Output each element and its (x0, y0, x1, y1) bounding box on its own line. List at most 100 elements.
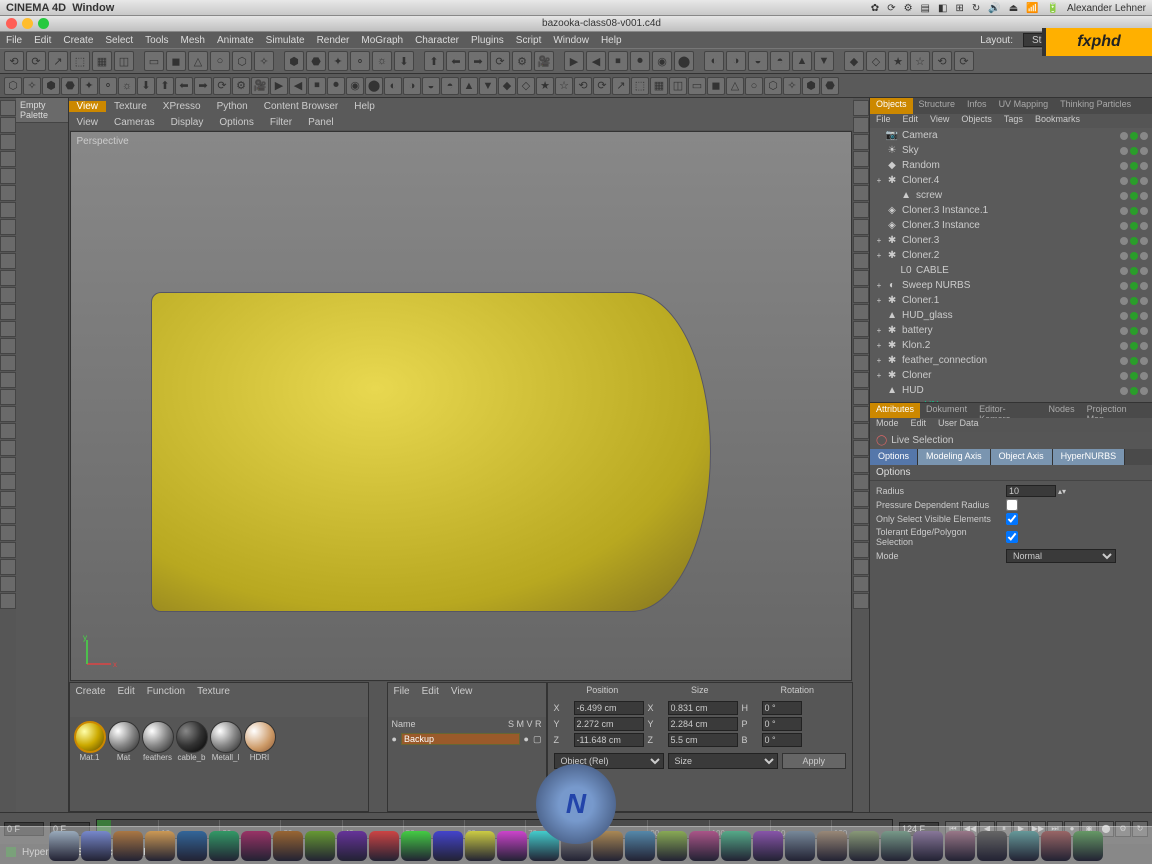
object-row[interactable]: ▲HUD_glass (870, 308, 1152, 323)
toolbar-icon[interactable]: ◒ (422, 77, 440, 95)
toolbar-icon[interactable]: 🎥 (534, 51, 554, 71)
layer-menu-view[interactable]: View (445, 686, 479, 697)
toolbar-primary[interactable]: ⟲⟳↗⬚▦◫▭◼△○⬡✧⬢⬣✦⚬☼⬇⬆⬅➡⟳⚙🎥▶◀⏹⏺◉⬤◐◑◒◓▲▼◆◇★☆… (0, 48, 1152, 74)
dock-app-icon[interactable] (657, 831, 687, 861)
object-row[interactable]: +✱Cloner (870, 368, 1152, 383)
attr-tab[interactable]: Attributes (870, 403, 920, 418)
material-swatch[interactable]: feathers (142, 721, 174, 762)
object-menu-objects[interactable]: Objects (955, 114, 998, 128)
visible-checkbox[interactable] (1006, 513, 1018, 525)
menu-plugins[interactable]: Plugins (465, 35, 510, 46)
menu-render[interactable]: Render (311, 35, 356, 46)
toolbar-icon[interactable]: ↗ (612, 77, 630, 95)
material-menu-edit[interactable]: Edit (112, 686, 141, 697)
side-tool-icon[interactable] (853, 304, 869, 320)
toolbar-icon[interactable]: ▭ (688, 77, 706, 95)
object-name[interactable]: Random (900, 160, 1120, 171)
side-tool-icon[interactable] (0, 593, 16, 609)
toolbar-icon[interactable]: ⬢ (802, 77, 820, 95)
toolbar-icon[interactable]: ⟲ (574, 77, 592, 95)
toolbar-icon[interactable]: ⬢ (42, 77, 60, 95)
visibility-dots[interactable] (1120, 132, 1148, 140)
side-tool-icon[interactable] (853, 219, 869, 235)
object-name[interactable]: HUD_glass (900, 310, 1120, 321)
toolbar-icon[interactable]: ◇ (866, 51, 886, 71)
dock-app-icon[interactable] (369, 831, 399, 861)
dock-app-icon[interactable] (465, 831, 495, 861)
dock-app-icon[interactable] (945, 831, 975, 861)
close-window-icon[interactable] (6, 18, 17, 29)
material-swatch[interactable]: Mat (108, 721, 140, 762)
viewport-canvas[interactable]: x y (71, 132, 852, 680)
object-row[interactable]: +✱battery (870, 323, 1152, 338)
toolbar-icon[interactable]: ◼ (166, 51, 186, 71)
side-tool-icon[interactable] (853, 168, 869, 184)
material-menu-function[interactable]: Function (141, 686, 191, 697)
coord-input[interactable] (574, 701, 644, 715)
toolbar-icon[interactable]: ◑ (403, 77, 421, 95)
object-manager-menu[interactable]: FileEditViewObjectsTagsBookmarks (870, 114, 1152, 128)
object-tree[interactable]: 📷Camera☀Sky◆Random+✱Cloner.4▲screw◈Clone… (870, 128, 1152, 402)
visibility-dots[interactable] (1120, 312, 1148, 320)
object-row[interactable]: ▲HUD (870, 383, 1152, 398)
toolbar-icon[interactable]: ○ (210, 51, 230, 71)
viewport-menu[interactable]: ViewCamerasDisplayOptionsFilterPanel (69, 115, 854, 130)
attr-tab[interactable]: Dokument (920, 403, 973, 418)
left-tool-column[interactable] (0, 98, 16, 812)
object-name[interactable]: HUD (900, 385, 1120, 396)
dock-app-icon[interactable] (49, 831, 79, 861)
side-tool-icon[interactable] (853, 287, 869, 303)
object-row[interactable]: +◐Sweep NURBS (870, 278, 1152, 293)
dock-app-icon[interactable] (849, 831, 879, 861)
material-menu-create[interactable]: Create (70, 686, 112, 697)
visibility-dots[interactable] (1120, 297, 1148, 305)
side-tool-icon[interactable] (853, 202, 869, 218)
visibility-dots[interactable] (1120, 282, 1148, 290)
side-tool-icon[interactable] (853, 457, 869, 473)
viewport-menu-filter[interactable]: Filter (262, 117, 300, 128)
dock-app-icon[interactable] (273, 831, 303, 861)
coord-mode-right[interactable]: Size (668, 753, 778, 769)
object-name[interactable]: Camera (900, 130, 1120, 141)
view-tab-python[interactable]: Python (209, 101, 256, 112)
radio-icon[interactable]: ◯ (876, 435, 887, 446)
menu-script[interactable]: Script (510, 35, 548, 46)
attr-menu-mode[interactable]: Mode (870, 418, 905, 432)
visibility-dots[interactable] (1120, 327, 1148, 335)
object-name[interactable]: battery (900, 325, 1120, 336)
toolbar-icon[interactable]: ⬆ (156, 77, 174, 95)
menu-help[interactable]: Help (595, 35, 628, 46)
dock-app-icon[interactable] (209, 831, 239, 861)
dock-app-icon[interactable] (1073, 831, 1103, 861)
side-tool-icon[interactable] (853, 525, 869, 541)
object-row[interactable]: ◈Cloner.3 Instance.1 (870, 203, 1152, 218)
view-tab-xpresso[interactable]: XPresso (155, 101, 209, 112)
side-tool-icon[interactable] (0, 100, 16, 116)
material-menu-texture[interactable]: Texture (191, 686, 236, 697)
object-manager-tabs[interactable]: ObjectsStructureInfosUV MappingThinking … (870, 98, 1152, 114)
dock-app-icon[interactable] (721, 831, 751, 861)
material-swatch[interactable]: Metall_l (210, 721, 242, 762)
toolbar-icon[interactable]: ⬤ (365, 77, 383, 95)
object-menu-bookmarks[interactable]: Bookmarks (1029, 114, 1086, 128)
toolbar-icon[interactable]: ◒ (748, 51, 768, 71)
side-tool-icon[interactable] (853, 491, 869, 507)
side-tool-icon[interactable] (0, 117, 16, 133)
object-row[interactable]: +✱Cloner.2 (870, 248, 1152, 263)
toolbar-icon[interactable]: ⬡ (764, 77, 782, 95)
apply-button[interactable]: Apply (782, 753, 847, 769)
dock-app-icon[interactable] (145, 831, 175, 861)
menu-animate[interactable]: Animate (211, 35, 260, 46)
coord-input[interactable] (574, 733, 644, 747)
view-tab-view[interactable]: View (69, 101, 107, 112)
toolbar-icon[interactable]: ○ (745, 77, 763, 95)
toolbar-icon[interactable]: ⏺ (630, 51, 650, 71)
attr-tab[interactable]: Projection Man (1081, 403, 1152, 418)
viewport-menu-panel[interactable]: Panel (300, 117, 342, 128)
toolbar-icon[interactable]: ⏹ (308, 77, 326, 95)
toolbar-icon[interactable]: ↗ (48, 51, 68, 71)
object-menu-view[interactable]: View (924, 114, 955, 128)
visibility-dots[interactable] (1120, 222, 1148, 230)
attribute-manager[interactable]: AttributesDokumentEditor-KameraNodesProj… (870, 402, 1152, 812)
viewport-menu-display[interactable]: Display (163, 117, 212, 128)
